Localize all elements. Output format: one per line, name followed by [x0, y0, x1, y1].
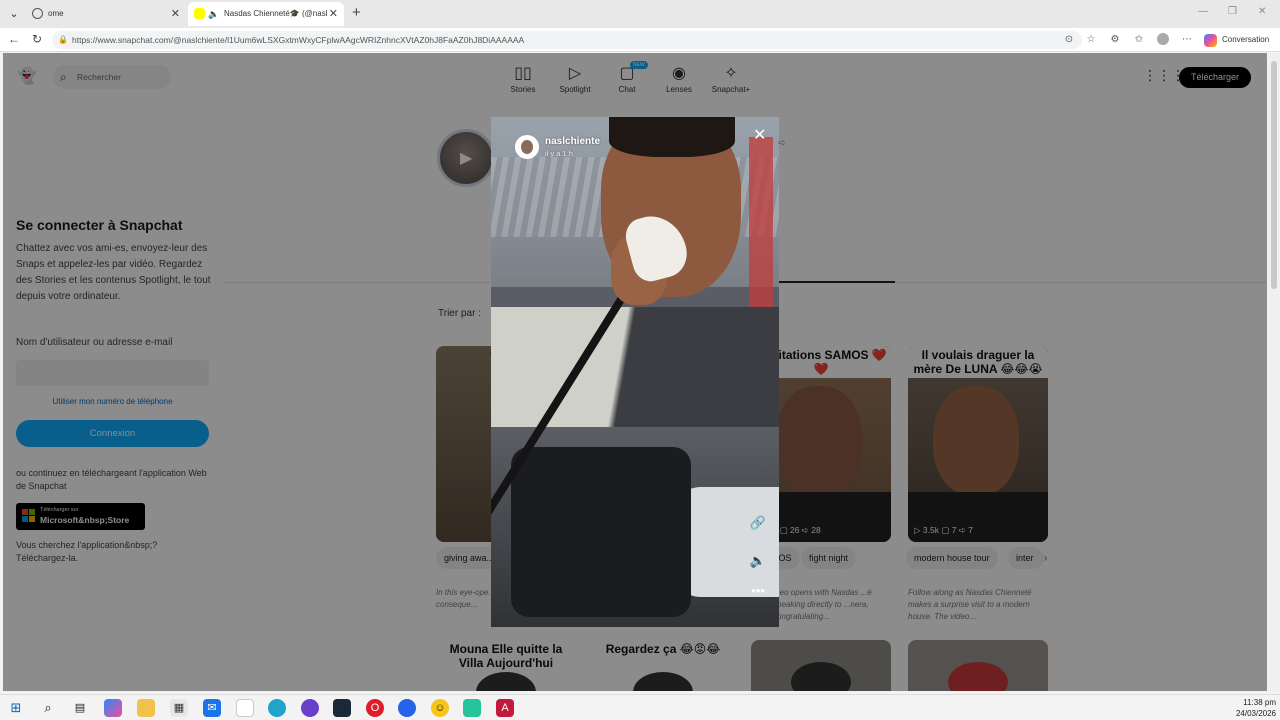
copilot-button[interactable]: Conversation [1204, 32, 1269, 48]
copilot-icon [1204, 34, 1217, 47]
minimize-icon[interactable]: — [1198, 6, 1208, 17]
search-icon[interactable]: ⌕ [39, 699, 57, 717]
tab-list-chevron-icon[interactable]: ⌄ [4, 4, 24, 24]
scrollbar-thumb[interactable] [1271, 61, 1277, 289]
app-icon[interactable] [463, 699, 481, 717]
profile-avatar-icon[interactable] [1156, 33, 1170, 47]
app-icon[interactable]: A [496, 699, 514, 717]
tab-title: ome [48, 9, 64, 18]
favorite-star-icon[interactable]: ☆ [1084, 33, 1098, 47]
windows-taskbar: ⊞ ⌕ ▤ ▦ ✉ O ☺ A 11:38 pm 24/03/2026 [0, 694, 1280, 720]
close-window-icon[interactable]: ✕ [1258, 6, 1266, 17]
share-arrow-icon[interactable]: ➪ [778, 138, 786, 149]
edge-icon[interactable] [268, 699, 286, 717]
new-tab-button[interactable]: + [352, 4, 361, 22]
refresh-icon[interactable]: ↻ [32, 32, 42, 46]
favorites-icon[interactable]: ✩ [1132, 33, 1146, 47]
browser-tab-snapchat[interactable]: 🔈 Nasdas Chienneté🎓 (@nasl ✕ [188, 2, 344, 26]
story-username[interactable]: naslchiente [545, 136, 600, 147]
story-avatar[interactable] [515, 135, 539, 159]
globe-icon [32, 8, 43, 19]
copilot-icon[interactable] [104, 699, 122, 717]
task-view-icon[interactable]: ▤ [71, 699, 89, 717]
speaker-icon[interactable]: 🔈 [208, 2, 219, 26]
file-explorer-icon[interactable] [137, 699, 155, 717]
snapchat-favicon-icon [194, 8, 205, 19]
page-scrollbar[interactable] [1268, 53, 1280, 691]
opera-icon[interactable]: O [366, 699, 384, 717]
app-icon[interactable] [398, 699, 416, 717]
url-field[interactable]: 🔒 https://www.snapchat.com/@naslchiente/… [52, 31, 1082, 49]
back-arrow-icon[interactable]: ← [8, 32, 20, 46]
story-viewer[interactable]: naslchiente il y a 1 h ✕ 🔗 🔈 ••• [491, 117, 779, 627]
store-icon[interactable]: ▦ [170, 699, 188, 717]
link-icon[interactable]: 🔗 [749, 515, 767, 531]
more-icon[interactable]: ⋯ [1180, 33, 1194, 47]
browser-tab-home[interactable]: ome ✕ [26, 2, 186, 26]
story-timestamp: il y a 1 h [545, 149, 573, 158]
notepad-icon[interactable] [236, 699, 254, 717]
app-icon[interactable]: ☺ [431, 699, 449, 717]
browser-tab-bar: ⌄ ome ✕ 🔈 Nasdas Chienneté🎓 (@nasl ✕ + —… [0, 0, 1280, 28]
extensions-icon[interactable]: ⚙ [1108, 33, 1122, 47]
close-tab-icon[interactable]: ✕ [171, 2, 180, 26]
windows-start-icon[interactable]: ⊞ [7, 699, 25, 717]
lock-icon: 🔒 [58, 35, 68, 44]
close-icon[interactable]: ✕ [753, 125, 766, 145]
more-options-icon[interactable]: ••• [749, 583, 767, 598]
close-tab-icon[interactable]: ✕ [329, 2, 338, 26]
reader-icon[interactable]: ⊙ [1062, 33, 1076, 47]
tab-title: Nasdas Chienneté🎓 (@nasl [224, 9, 328, 18]
app-icon[interactable] [301, 699, 319, 717]
restore-icon[interactable]: ❐ [1228, 6, 1237, 17]
url-text: https://www.snapchat.com/@naslchiente/l1… [72, 35, 525, 45]
address-bar-row: ← ↻ 🔒 https://www.snapchat.com/@naslchie… [0, 28, 1280, 52]
volume-icon[interactable]: 🔈 [749, 553, 767, 569]
steam-icon[interactable] [333, 699, 351, 717]
mail-icon[interactable]: ✉ [203, 699, 221, 717]
system-clock[interactable]: 11:38 pm 24/03/2026 [1232, 697, 1276, 719]
